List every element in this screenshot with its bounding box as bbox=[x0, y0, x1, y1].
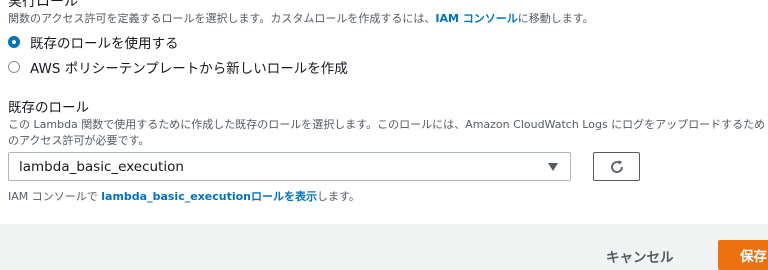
radio-label-existing: 既存のロールを使用する bbox=[30, 36, 179, 52]
view-role-hint: IAM コンソールで lambda_basic_executionロールを表示し… bbox=[8, 188, 360, 204]
hint-prefix: IAM コンソールで bbox=[8, 190, 102, 203]
description-prefix: 関数のアクセス許可を定義するロールを選択します。カスタムロールを作成するには、 bbox=[8, 12, 436, 25]
cancel-button[interactable]: キャンセル bbox=[606, 241, 674, 270]
execution-role-description: 関数のアクセス許可を定義するロールを選択します。カスタムロールを作成するには、I… bbox=[8, 10, 594, 26]
iam-console-link[interactable]: IAM コンソール bbox=[435, 12, 517, 25]
view-role-link[interactable]: lambda_basic_executionロールを表示 bbox=[101, 190, 317, 203]
radio-use-existing-role[interactable]: 既存のロールを使用する bbox=[8, 32, 179, 52]
save-button[interactable]: 保存 bbox=[718, 240, 768, 270]
refresh-button[interactable] bbox=[593, 152, 640, 181]
radio-unchecked-icon[interactable] bbox=[8, 61, 20, 73]
existing-role-description: この Lambda 関数で使用するために作成した既存のロールを選択します。このロ… bbox=[8, 118, 766, 147]
radio-checked-icon[interactable] bbox=[8, 36, 20, 48]
existing-role-select[interactable]: lambda_basic_execution bbox=[8, 152, 571, 181]
radio-label-template: AWS ポリシーテンプレートから新しいロールを作成 bbox=[30, 61, 348, 77]
refresh-icon bbox=[610, 159, 623, 173]
existing-role-label: 既存のロール bbox=[8, 100, 89, 116]
radio-create-from-template[interactable]: AWS ポリシーテンプレートから新しいロールを作成 bbox=[8, 57, 348, 77]
existing-role-selected-value: lambda_basic_execution bbox=[19, 158, 184, 175]
description-suffix: に移動します。 bbox=[517, 12, 594, 25]
caret-down-icon bbox=[548, 163, 558, 171]
hint-suffix: します。 bbox=[317, 190, 360, 203]
